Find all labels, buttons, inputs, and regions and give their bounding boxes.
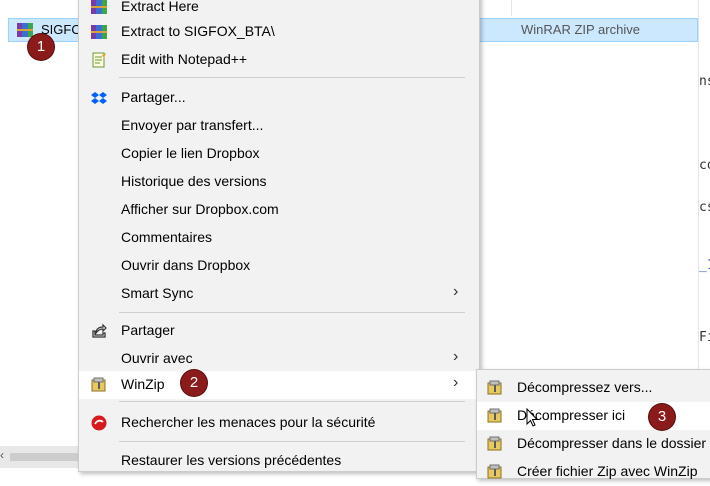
context-menu: Extract Here Extract to SIGFOX_BTA\ Edit… xyxy=(78,0,480,472)
menu-separator xyxy=(119,441,465,442)
submenu-item-label: Décompresser dans le dossier xyxy=(517,435,707,451)
winzip-icon xyxy=(487,436,502,451)
text-fragment: co xyxy=(699,158,710,173)
menu-item-open-with[interactable]: Ouvrir avec › xyxy=(79,345,479,373)
menu-item-version-history[interactable]: Historique des versions xyxy=(79,168,479,196)
menu-item-label: Rechercher les menaces pour la sécurité xyxy=(121,414,376,430)
winzip-submenu: Décompressez vers... Décompresser ici Dé… xyxy=(476,369,710,479)
submenu-item-label: Décompressez vers... xyxy=(517,379,653,395)
submenu-item-label: Créer fichier Zip avec WinZip xyxy=(517,463,698,479)
menu-separator xyxy=(119,312,465,313)
menu-item-label: Ouvrir dans Dropbox xyxy=(121,257,251,273)
menu-item-share[interactable]: Partager xyxy=(79,317,479,345)
winzip-icon xyxy=(487,464,502,479)
dropbox-icon xyxy=(91,92,107,104)
step-badge-2: 2 xyxy=(181,370,207,396)
submenu-item-extract-to-folder[interactable]: Décompresser dans le dossier xyxy=(477,430,710,458)
scroll-thumb[interactable] xyxy=(10,453,78,461)
menu-item-notepad[interactable]: Edit with Notepad++ xyxy=(79,46,479,74)
winrar-icon xyxy=(91,25,107,39)
text-fragment: Fi xyxy=(699,330,710,345)
text-fragment: _1 xyxy=(699,258,710,273)
trend-micro-icon xyxy=(91,415,107,431)
menu-item-comments[interactable]: Commentaires xyxy=(79,224,479,252)
step-badge-3: 3 xyxy=(649,404,675,430)
submenu-item-extract-here[interactable]: Décompresser ici xyxy=(477,402,710,430)
menu-item-label: Partager... xyxy=(121,89,186,105)
menu-item-label: Afficher sur Dropbox.com xyxy=(121,201,279,217)
file-type: WinRAR ZIP archive xyxy=(521,22,640,37)
chevron-right-icon: › xyxy=(453,348,459,365)
share-icon xyxy=(92,323,107,338)
winzip-icon xyxy=(487,380,502,395)
menu-item-label: Partager xyxy=(121,322,175,338)
chevron-right-icon: › xyxy=(453,283,459,300)
winzip-icon xyxy=(91,377,106,392)
menu-item-label: Extract to SIGFOX_BTA\ xyxy=(121,23,275,39)
submenu-item-extract-to[interactable]: Décompressez vers... xyxy=(477,374,710,402)
notepad-icon xyxy=(92,52,106,68)
menu-item-label: Ouvrir avec xyxy=(121,350,193,366)
text-fragment: cs xyxy=(699,200,710,215)
menu-separator xyxy=(119,77,465,78)
menu-item-label: WinZip xyxy=(121,376,165,392)
menu-item-restore-versions[interactable]: Restaurer les versions précédentes xyxy=(79,447,479,475)
menu-item-security-scan[interactable]: Rechercher les menaces pour la sécurité xyxy=(79,409,479,437)
menu-item-dropbox-share[interactable]: Partager... xyxy=(79,84,479,112)
menu-item-open-in-dropbox[interactable]: Ouvrir dans Dropbox xyxy=(79,252,479,280)
menu-item-label: Envoyer par transfert... xyxy=(121,117,264,133)
horizontal-scrollbar[interactable]: ‹ xyxy=(0,446,78,468)
step-badge-1: 1 xyxy=(28,34,54,60)
menu-item-label: Copier le lien Dropbox xyxy=(121,145,260,161)
menu-item-label: Extract Here xyxy=(121,0,199,14)
menu-item-label: Smart Sync xyxy=(121,285,194,301)
menu-item-smart-sync[interactable]: Smart Sync › xyxy=(79,280,479,308)
winzip-icon xyxy=(487,408,502,423)
submenu-item-create-zip[interactable]: Créer fichier Zip avec WinZip xyxy=(477,458,710,486)
menu-item-view-on-dropbox[interactable]: Afficher sur Dropbox.com xyxy=(79,196,479,224)
menu-item-label: Commentaires xyxy=(121,229,213,245)
text-fragment: ns xyxy=(699,74,710,89)
winrar-icon xyxy=(17,23,33,37)
menu-item-label: Historique des versions xyxy=(121,173,267,189)
winrar-icon xyxy=(91,0,107,14)
chevron-right-icon: › xyxy=(453,374,459,391)
menu-item-send-transfer[interactable]: Envoyer par transfert... xyxy=(79,112,479,140)
column-divider xyxy=(511,0,512,16)
menu-item-extract-to[interactable]: Extract to SIGFOX_BTA\ xyxy=(79,18,479,46)
menu-separator xyxy=(119,401,465,402)
menu-item-winzip[interactable]: WinZip › xyxy=(79,371,479,399)
scroll-left-icon[interactable]: ‹ xyxy=(0,448,4,462)
menu-item-copy-dropbox-link[interactable]: Copier le lien Dropbox xyxy=(79,140,479,168)
mouse-cursor-icon xyxy=(526,408,538,427)
menu-item-label: Restaurer les versions précédentes xyxy=(121,452,342,468)
menu-item-label: Edit with Notepad++ xyxy=(121,51,248,67)
